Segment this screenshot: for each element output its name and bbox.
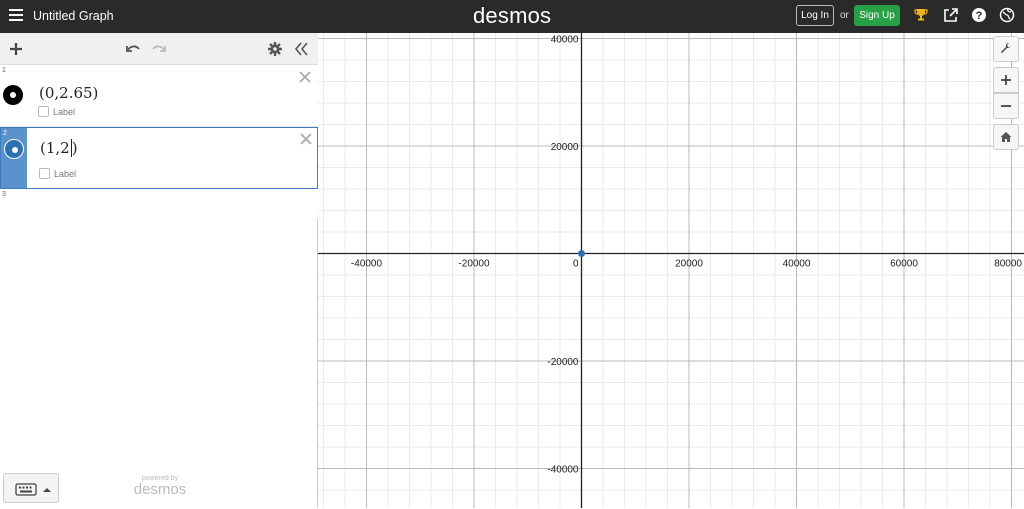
expression-index: 2 (3, 130, 7, 137)
y-tick-label: -20000 (547, 357, 579, 368)
delete-expression-icon[interactable] (299, 132, 313, 146)
signup-button[interactable]: Sign Up (854, 5, 900, 26)
trophy-icon[interactable] (913, 7, 929, 25)
collapse-icon[interactable] (292, 40, 310, 58)
desmos-logo: desmos (473, 3, 552, 28)
zoom-out-icon (1001, 105, 1011, 107)
home-icon (1000, 132, 1012, 142)
graph-settings-button[interactable] (993, 36, 1019, 62)
help-icon[interactable]: ? (971, 7, 987, 25)
top-bar: Untitled Graph desmos Log In or Sign Up … (0, 0, 1024, 33)
expression-index: 1 (2, 67, 6, 74)
redo-icon[interactable] (150, 40, 168, 58)
zoom-out-button[interactable] (993, 93, 1019, 119)
powered-by-brand: desmos (133, 481, 187, 498)
x-tick-label: 40000 (783, 259, 811, 270)
zoom-in-button[interactable] (993, 67, 1019, 93)
x-tick-label: 60000 (890, 259, 918, 270)
globe-icon[interactable] (999, 7, 1015, 25)
share-icon[interactable] (943, 7, 959, 25)
undo-icon[interactable] (124, 40, 142, 58)
powered-by-desmos: powered by desmos (120, 475, 200, 497)
menu-icon[interactable] (9, 9, 23, 23)
x-tick-label: 20000 (675, 259, 703, 270)
expression-panel: 1 (0,2.65) Label 2 (1,2) Label 3 powered… (0, 33, 318, 508)
x-tick-label: 0 (573, 259, 579, 270)
x-tick-label: -40000 (351, 259, 383, 270)
graph-title[interactable]: Untitled Graph (33, 9, 114, 23)
svg-text:?: ? (976, 10, 983, 22)
login-button[interactable]: Log In (796, 5, 834, 26)
keyboard-icon (15, 483, 51, 496)
settings-icon[interactable] (266, 40, 284, 58)
label-checkbox[interactable] (39, 168, 50, 179)
expression-row-1[interactable]: 1 (0,2.65) Label (0, 65, 318, 127)
expression-row-3[interactable]: 3 (0, 189, 318, 219)
expression-toolbar (0, 33, 318, 65)
add-icon[interactable] (7, 40, 25, 58)
label-text: Label (54, 169, 77, 179)
graph-canvas[interactable]: -40000 -20000 0 20000 40000 60000 80000 40000 2… (318, 33, 1024, 508)
expression-formula[interactable]: (0,2.65) (39, 84, 98, 102)
expression-index: 3 (2, 191, 6, 198)
label-text: Label (53, 107, 76, 117)
y-tick-label: -40000 (547, 465, 579, 476)
x-tick-label: -20000 (458, 259, 490, 270)
point-style-icon[interactable] (3, 85, 23, 105)
plotted-point[interactable] (578, 250, 585, 257)
wrench-icon (1001, 42, 1012, 53)
y-tick-label: 20000 (551, 142, 579, 153)
or-text: or (840, 10, 849, 21)
zoom-in-icon (1001, 75, 1011, 85)
label-checkbox[interactable] (38, 106, 49, 117)
keyboard-toggle-button[interactable] (3, 473, 59, 503)
x-tick-label: 80000 (994, 259, 1022, 270)
expression-formula-text: (1,2 (40, 139, 70, 157)
expression-formula[interactable]: (1,2) (40, 139, 78, 157)
point-style-icon[interactable] (4, 139, 24, 159)
graph-svg[interactable]: -40000 -20000 0 20000 40000 60000 80000 40000 2… (318, 33, 1024, 508)
expression-row-2[interactable]: 2 (1,2) Label (0, 127, 318, 189)
delete-expression-icon[interactable] (298, 70, 312, 84)
y-tick-label: 40000 (551, 35, 579, 46)
default-viewport-button[interactable] (993, 124, 1019, 150)
